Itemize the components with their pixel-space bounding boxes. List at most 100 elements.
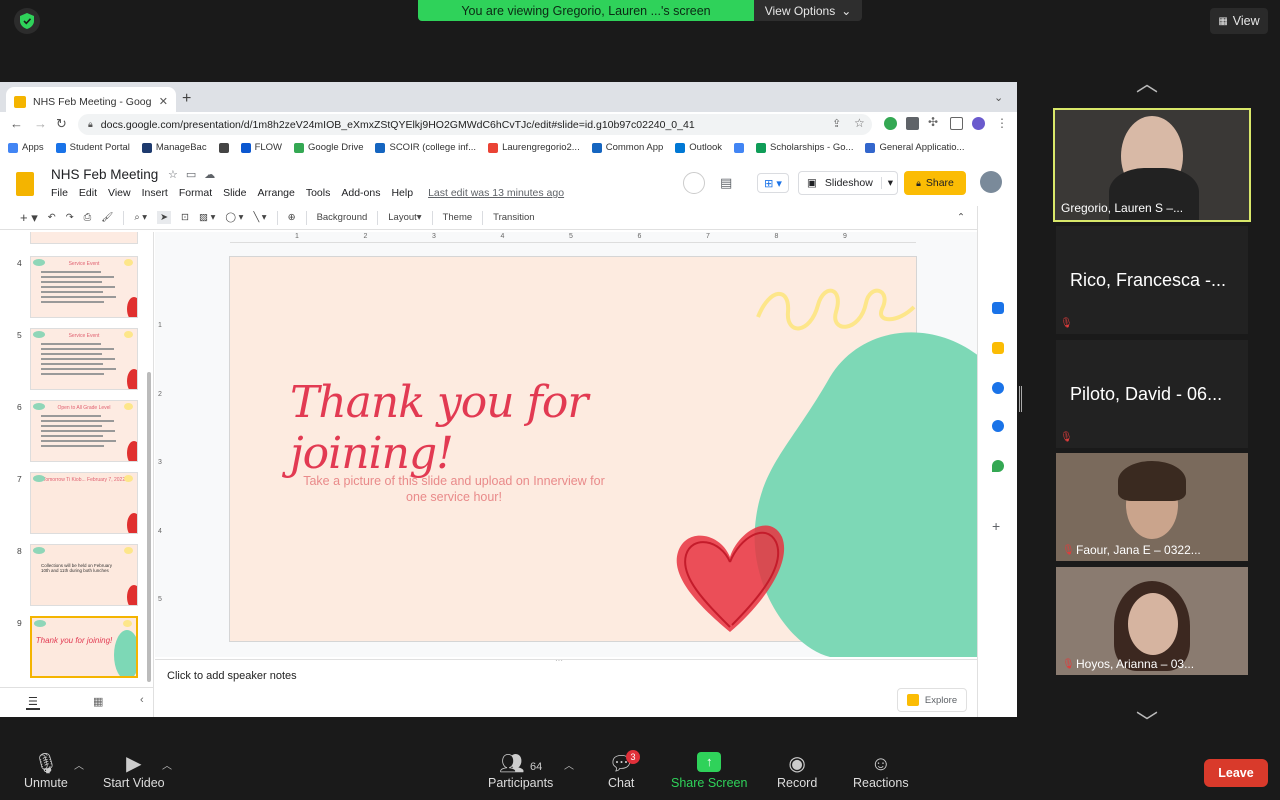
keep-icon[interactable]	[992, 342, 1004, 354]
bookmark-item[interactable]: Common App	[591, 142, 663, 153]
bookmark-star-icon[interactable]: ☆	[854, 116, 865, 130]
notes-resize-handle[interactable]: ···	[555, 656, 563, 665]
google-slides-logo-icon[interactable]	[16, 172, 34, 196]
bookmark-item[interactable]: Laurengregorio2...	[488, 142, 580, 153]
text-box-icon[interactable]: ⊡	[181, 212, 189, 223]
bookmark-item[interactable]: Student Portal	[55, 142, 130, 153]
slide-thumbnail[interactable]: Open to All Grade Level	[30, 400, 138, 462]
close-tab-icon[interactable]: ✕	[159, 95, 168, 108]
comments-icon[interactable]: ▤	[720, 175, 732, 191]
kebab-menu-icon[interactable]: ⋮	[996, 116, 1008, 130]
menu-tools[interactable]: Tools	[306, 187, 331, 199]
participants-button[interactable]: 👥︎ 64 Participants	[488, 752, 553, 790]
menu-format[interactable]: Format	[179, 187, 212, 199]
participant-tile[interactable]: 🎙︎ Faour, Jana E – 0322...	[1056, 453, 1248, 561]
back-arrow-icon[interactable]: ←	[10, 116, 23, 131]
grid-view-icon[interactable]: ▦	[93, 695, 103, 708]
image-icon[interactable]: ▨ ▾	[199, 212, 215, 223]
speaker-notes-placeholder[interactable]: Click to add speaker notes	[167, 670, 297, 682]
audio-options-caret-icon[interactable]: ︿	[74, 757, 84, 772]
slide-thumbnail[interactable]: Collections will be held on February 10t…	[30, 544, 138, 606]
slide-filmstrip[interactable]: 4 Service Event 5 Service Event 6 Open to All…	[0, 232, 154, 687]
reactions-button[interactable]: ☺︎ Reactions	[853, 752, 909, 790]
last-edit-link[interactable]: Last edit was 13 minutes ago	[428, 187, 564, 199]
screen-cast-extension-icon[interactable]	[906, 117, 919, 130]
contacts-icon[interactable]	[992, 420, 1004, 432]
zoom-icon[interactable]: ⌕ ▾	[134, 212, 147, 223]
start-video-button[interactable]: ▶︎ Start Video	[103, 752, 165, 790]
theme-button[interactable]: Theme	[443, 212, 473, 223]
shape-icon[interactable]: ◯ ▾	[225, 212, 243, 223]
participants-options-caret-icon[interactable]: ︿	[564, 757, 574, 772]
extensions-puzzle-icon[interactable]: ✣	[928, 115, 938, 129]
vertical-ruler[interactable]: 1 2 3 4 5	[155, 252, 165, 642]
bookmark-item[interactable]: Apps	[8, 142, 44, 153]
background-button[interactable]: Background	[317, 212, 368, 223]
collapse-filmstrip-icon[interactable]: ‹	[140, 694, 144, 706]
comment-add-icon[interactable]: ⊕	[288, 212, 296, 223]
menu-add-ons[interactable]: Add-ons	[341, 187, 380, 199]
side-panel-icon[interactable]	[950, 117, 963, 130]
view-options-button[interactable]: View Options ⌄	[754, 0, 862, 21]
unmute-button[interactable]: 🎙︎ Unmute	[24, 752, 68, 790]
participant-tile[interactable]: 🎙︎ Hoyos, Arianna – 03...	[1056, 567, 1248, 675]
menu-view[interactable]: View	[108, 187, 131, 199]
speaker-notes-panel[interactable]: Click to add speaker notes ··· Explore	[155, 656, 977, 717]
present-to-meeting-icon[interactable]: ⊞ ▾	[757, 173, 789, 193]
slideshow-button[interactable]: ▣ Slideshow ▾	[798, 171, 898, 195]
move-folder-icon[interactable]: ▭	[186, 168, 196, 181]
participant-tile-active-speaker[interactable]: Gregorio, Lauren S –...	[1053, 108, 1251, 222]
new-tab-plus-icon[interactable]: +	[182, 90, 191, 108]
scroll-up-chevron-icon[interactable]: ︿	[1136, 66, 1158, 98]
menu-insert[interactable]: Insert	[142, 187, 168, 199]
reload-icon[interactable]: ↻	[56, 116, 67, 132]
select-cursor-icon[interactable]: ➤	[157, 211, 172, 224]
url-omnibox[interactable]: 🔒︎ docs.google.com/presentation/d/1m8h2z…	[78, 114, 872, 135]
transition-button[interactable]: Transition	[493, 212, 534, 223]
participant-tile[interactable]: Piloto, David - 06... 🎙︎	[1056, 340, 1248, 448]
menu-help[interactable]: Help	[391, 187, 413, 199]
forward-arrow-icon[interactable]: →	[34, 116, 47, 131]
bookmark-item[interactable]: FLOW	[240, 142, 282, 153]
menu-edit[interactable]: Edit	[79, 187, 97, 199]
calendar-icon[interactable]	[992, 302, 1004, 314]
get-addons-plus-icon[interactable]: +	[992, 518, 1000, 534]
current-slide[interactable]: Thank you for joining! Take a picture of…	[229, 256, 977, 657]
slide-thumbnail-partial[interactable]	[30, 232, 138, 244]
panel-divider-handle[interactable]	[1019, 386, 1022, 412]
paint-format-icon[interactable]: 🖌︎	[101, 212, 113, 223]
security-shield-icon[interactable]	[14, 8, 40, 34]
redo-icon[interactable]: ↷	[66, 212, 74, 223]
slideshow-dropdown-icon[interactable]: ▾	[880, 177, 893, 189]
slide-thumbnail[interactable]: Thank you for joining!	[30, 616, 138, 678]
bookmark-item[interactable]: General Applicatio...	[865, 142, 964, 153]
profile-avatar-icon[interactable]	[972, 117, 985, 130]
slide-thumbnail[interactable]: Service Event	[30, 256, 138, 318]
filmstrip-list-view-icon[interactable]: ☰	[26, 695, 40, 710]
filmstrip-scrollbar[interactable]	[147, 372, 151, 682]
share-page-icon[interactable]: ⇪	[832, 117, 841, 130]
grammarly-extension-icon[interactable]	[884, 117, 897, 130]
collapse-toolbar-chevron-icon[interactable]: ⌃	[957, 212, 965, 223]
star-icon[interactable]: ☆	[168, 168, 178, 181]
undo-icon[interactable]: ↶	[48, 212, 56, 223]
bookmark-item[interactable]: ManageBac	[141, 142, 207, 153]
maps-icon[interactable]	[992, 460, 1004, 472]
layout-button[interactable]: Layout▾	[388, 212, 421, 223]
line-icon[interactable]: ╲ ▾	[253, 212, 266, 223]
tab-search-chevron-icon[interactable]: ⌄	[994, 91, 1003, 104]
scroll-down-chevron-icon[interactable]: ﹀	[1136, 705, 1158, 737]
share-button[interactable]: 🔒︎ Share	[904, 171, 966, 195]
bookmark-item[interactable]: Scholarships - Go...	[756, 142, 853, 153]
share-screen-button[interactable]: ↑ Share Screen	[671, 752, 747, 790]
view-layout-button[interactable]: ▦ View	[1210, 8, 1268, 34]
leave-meeting-button[interactable]: Leave	[1204, 759, 1268, 787]
video-options-caret-icon[interactable]: ︿	[162, 757, 172, 772]
document-title[interactable]: NHS Feb Meeting	[51, 167, 158, 182]
slide-thumbnail[interactable]: Tomorrow Ti Kiob... February 7, 2022	[30, 472, 138, 534]
menu-file[interactable]: File	[51, 187, 68, 199]
user-avatar[interactable]	[980, 171, 1002, 193]
new-slide-plus-icon[interactable]: + ▾	[20, 210, 38, 226]
cloud-status-icon[interactable]: ☁	[204, 168, 215, 181]
print-icon[interactable]: ⎙	[84, 212, 92, 223]
